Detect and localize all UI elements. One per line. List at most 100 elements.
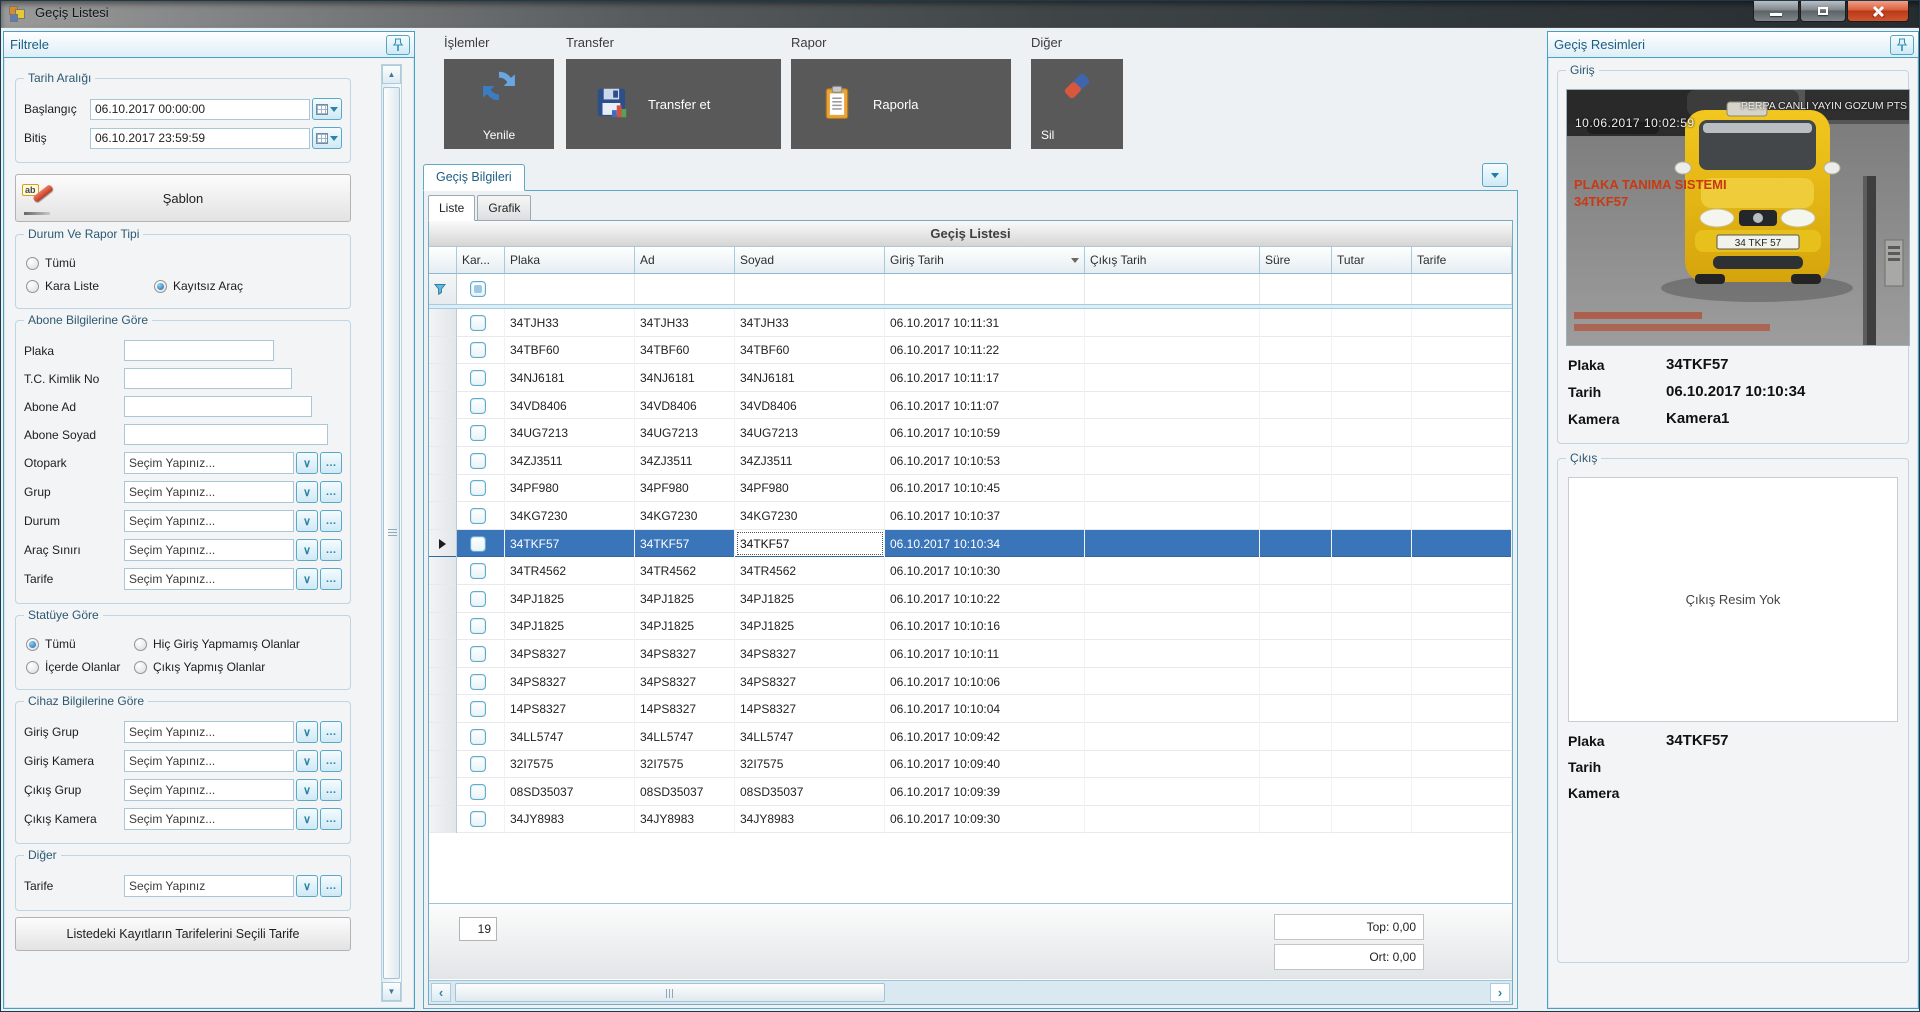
cell[interactable]: 06.10.2017 10:10:22 (885, 585, 1085, 613)
row-checkbox[interactable] (470, 756, 486, 772)
cell[interactable] (1085, 806, 1260, 834)
column-header-tarife[interactable]: Tarife (1412, 247, 1512, 274)
dropdown-open-button[interactable]: ∨ (296, 875, 318, 897)
cell[interactable] (1332, 695, 1412, 723)
cell[interactable]: 06.10.2017 10:11:31 (885, 309, 1085, 337)
transfer-et-button[interactable]: Transfer et (566, 59, 781, 149)
cell[interactable]: 06.10.2017 10:11:22 (885, 337, 1085, 365)
cell[interactable]: 06.10.2017 10:11:17 (885, 364, 1085, 392)
cell[interactable]: 34TJH33 (735, 309, 885, 337)
cell[interactable] (1260, 751, 1332, 779)
dropdown-more-button[interactable]: … (320, 568, 342, 590)
cell[interactable] (1260, 806, 1332, 834)
cell[interactable]: 34PJ1825 (735, 613, 885, 641)
dropdown-tarife[interactable]: Seçim Yapınız...∨… (124, 568, 342, 590)
cell[interactable]: 34PS8327 (735, 668, 885, 696)
cell[interactable]: 34PJ1825 (635, 613, 735, 641)
cell[interactable]: 34VD8406 (635, 392, 735, 420)
row-checkbox[interactable] (470, 370, 486, 386)
scroll-up-icon[interactable]: ▲ (382, 65, 401, 84)
row-checkbox-cell[interactable] (457, 751, 505, 779)
table-row[interactable]: 34PF98034PF98034PF98006.10.2017 10:10:45 (429, 475, 1512, 503)
dropdown-more-button[interactable]: … (320, 808, 342, 830)
cell[interactable]: 34TBF60 (505, 337, 635, 365)
dropdown-giri-kamera[interactable]: Seçim Yapınız...∨… (124, 750, 342, 772)
cell[interactable]: 34PJ1825 (735, 585, 885, 613)
cell[interactable]: 06.10.2017 10:10:11 (885, 640, 1085, 668)
column-header-ad[interactable]: Ad (635, 247, 735, 274)
row-checkbox[interactable] (470, 342, 486, 358)
cell[interactable]: 34TJH33 (635, 309, 735, 337)
row-checkbox[interactable] (470, 508, 486, 524)
cell[interactable]: 06.10.2017 10:10:53 (885, 447, 1085, 475)
dropdown-giri-grup[interactable]: Seçim Yapınız...∨… (124, 721, 342, 743)
cell[interactable]: 34KG7230 (735, 502, 885, 530)
cell[interactable]: 34NJ6181 (505, 364, 635, 392)
cell[interactable]: 34JY8983 (735, 806, 885, 834)
row-checkbox[interactable] (470, 701, 486, 717)
cell[interactable] (1260, 392, 1332, 420)
cell[interactable]: 34PF980 (505, 475, 635, 503)
cell[interactable] (1260, 640, 1332, 668)
yenile-button[interactable]: Yenile (444, 59, 554, 149)
cell[interactable]: 34PJ1825 (635, 585, 735, 613)
apply-tariff-button[interactable]: Listedeki Kayıtların Tarifelerini Seçili… (15, 917, 351, 951)
row-checkbox[interactable] (470, 811, 486, 827)
cell[interactable] (1412, 751, 1512, 779)
table-row[interactable]: 34TKF5734TKF5734TKF5706.10.2017 10:10:34 (429, 530, 1512, 558)
cell[interactable] (1085, 447, 1260, 475)
table-row[interactable]: 34TR456234TR456234TR456206.10.2017 10:10… (429, 557, 1512, 585)
dropdown-tarife[interactable]: Seçim Yapınız∨… (124, 875, 342, 897)
cell[interactable]: 34TKF57 (505, 530, 635, 558)
dropdown-durum[interactable]: Seçim Yapınız...∨… (124, 510, 342, 532)
cell[interactable]: 32I7575 (505, 751, 635, 779)
raporla-button[interactable]: Raporla (791, 59, 1011, 149)
dropdown-ara-s-n-r-[interactable]: Seçim Yapınız...∨… (124, 539, 342, 561)
cell[interactable]: 34VD8406 (735, 392, 885, 420)
row-checkbox-cell[interactable] (457, 475, 505, 503)
template-button[interactable]: ab Şablon (15, 174, 351, 222)
cell[interactable] (1085, 419, 1260, 447)
row-checkbox-cell[interactable] (457, 392, 505, 420)
cell[interactable] (1085, 337, 1260, 365)
cell[interactable]: 06.10.2017 10:10:04 (885, 695, 1085, 723)
cell[interactable] (1332, 364, 1412, 392)
dropdown-open-button[interactable]: ∨ (296, 721, 318, 743)
cell[interactable]: 34TBF60 (635, 337, 735, 365)
cell[interactable]: 06.10.2017 10:10:45 (885, 475, 1085, 503)
cell[interactable] (1332, 309, 1412, 337)
dropdown-more-button[interactable]: … (320, 452, 342, 474)
cell[interactable] (1085, 751, 1260, 779)
cell[interactable] (1260, 419, 1332, 447)
entry-camera-image[interactable]: 34 TKF 57 10.06.2017 10:02:59 PERPA CANL… (1566, 89, 1910, 346)
grid-hscrollbar[interactable]: ‹ › (429, 980, 1512, 1004)
scroll-right-icon[interactable]: › (1490, 983, 1510, 1002)
row-checkbox-cell[interactable] (457, 585, 505, 613)
cell[interactable] (1260, 530, 1332, 558)
cell[interactable]: 06.10.2017 10:09:40 (885, 751, 1085, 779)
cell[interactable]: 34TR4562 (505, 557, 635, 585)
cell[interactable]: 06.10.2017 10:10:34 (885, 530, 1085, 558)
dropdown-open-button[interactable]: ∨ (296, 779, 318, 801)
cell[interactable] (1085, 364, 1260, 392)
cell[interactable]: 34TR4562 (735, 557, 885, 585)
cell[interactable]: 34KG7230 (505, 502, 635, 530)
select-all-checkbox[interactable] (470, 281, 486, 297)
cell[interactable]: 34UG7213 (505, 419, 635, 447)
pin-icon[interactable] (386, 35, 410, 55)
table-row[interactable]: 34LL574734LL574734LL574706.10.2017 10:09… (429, 723, 1512, 751)
cell[interactable] (1332, 557, 1412, 585)
cell[interactable] (1085, 502, 1260, 530)
row-checkbox-cell[interactable] (457, 668, 505, 696)
start-date-calendar-button[interactable] (312, 98, 342, 120)
cell[interactable] (1332, 613, 1412, 641)
table-row[interactable]: 14PS832714PS832714PS832706.10.2017 10:10… (429, 695, 1512, 723)
cell[interactable]: 34PS8327 (635, 640, 735, 668)
row-checkbox-cell[interactable] (457, 447, 505, 475)
dropdown-more-button[interactable]: … (320, 539, 342, 561)
cell[interactable] (1412, 695, 1512, 723)
dropdown-more-button[interactable]: … (320, 875, 342, 897)
column-header-plaka[interactable]: Plaka (505, 247, 635, 274)
cell[interactable] (1260, 337, 1332, 365)
cell[interactable]: 34TBF60 (735, 337, 885, 365)
